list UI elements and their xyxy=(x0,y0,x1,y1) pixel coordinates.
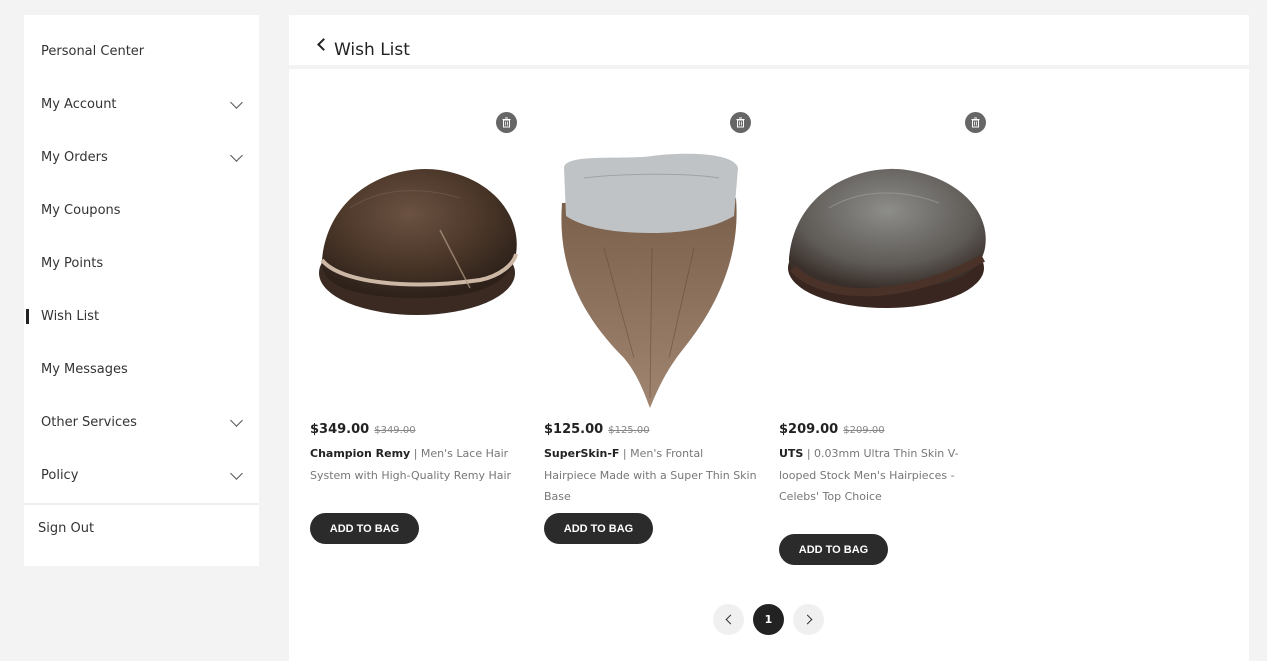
sidebar-item-label: My Orders xyxy=(41,150,108,165)
add-to-bag-button[interactable]: ADD TO BAG xyxy=(310,513,419,544)
next-page-button[interactable] xyxy=(793,604,824,635)
product-name: Champion Remy xyxy=(310,447,411,460)
price-row: $125.00 $125.00 xyxy=(544,418,650,437)
product-description[interactable]: SuperSkin-F | Men's Frontal Hairpiece Ma… xyxy=(544,443,758,508)
original-price: $349.00 xyxy=(374,425,416,436)
sidebar-item-label: My Points xyxy=(41,256,104,271)
hair-system-image xyxy=(788,168,986,308)
sign-out-link[interactable]: Sign Out xyxy=(38,521,94,536)
original-price: $125.00 xyxy=(608,425,650,436)
sidebar: Personal Center My Account My Orders My … xyxy=(24,15,259,566)
chevron-down-icon xyxy=(230,466,243,480)
chevron-down-icon xyxy=(230,148,243,162)
product-image[interactable] xyxy=(779,108,993,408)
sidebar-item-label: Policy xyxy=(41,468,79,483)
back-arrow-icon[interactable] xyxy=(317,38,330,51)
sidebar-item-my-points[interactable]: My Points xyxy=(24,237,259,290)
product-description[interactable]: UTS | 0.03mm Ultra Thin Skin V-looped St… xyxy=(779,443,993,508)
sidebar-item-other-services[interactable]: Other Services xyxy=(24,396,259,449)
add-to-bag-button[interactable]: ADD TO BAG xyxy=(779,534,888,565)
sidebar-item-label: Other Services xyxy=(41,415,137,430)
price-row: $209.00 $209.00 xyxy=(779,418,885,437)
product-image[interactable] xyxy=(310,108,524,408)
page-number-button[interactable]: 1 xyxy=(753,604,784,635)
sidebar-item-label: My Account xyxy=(41,97,117,112)
product-name: UTS xyxy=(779,447,804,460)
remove-from-wishlist-icon[interactable] xyxy=(965,112,986,133)
product-name: SuperSkin-F xyxy=(544,447,620,460)
price-row: $349.00 $349.00 xyxy=(310,418,416,437)
product-description[interactable]: Champion Remy | Men's Lace Hair System w… xyxy=(310,443,524,486)
chevron-down-icon xyxy=(230,95,243,109)
page-header: Wish List xyxy=(289,15,1249,69)
remove-from-wishlist-icon[interactable] xyxy=(730,112,751,133)
chevron-right-icon xyxy=(802,614,812,625)
original-price: $209.00 xyxy=(843,425,885,436)
chevron-down-icon xyxy=(230,413,243,427)
sidebar-item-policy[interactable]: Policy xyxy=(24,449,259,502)
current-price: $349.00 xyxy=(310,422,370,437)
sidebar-item-my-messages[interactable]: My Messages xyxy=(24,343,259,396)
sidebar-item-wish-list[interactable]: Wish List xyxy=(24,290,259,343)
sidebar-item-label: My Messages xyxy=(41,362,128,377)
sidebar-item-my-account[interactable]: My Account xyxy=(24,78,259,131)
previous-page-button[interactable] xyxy=(713,604,744,635)
sidebar-item-label: My Coupons xyxy=(41,203,121,218)
add-to-bag-button[interactable]: ADD TO BAG xyxy=(544,513,653,544)
remove-from-wishlist-icon[interactable] xyxy=(496,112,517,133)
sidebar-divider xyxy=(24,503,259,505)
sidebar-item-my-orders[interactable]: My Orders xyxy=(24,131,259,184)
product-image[interactable] xyxy=(544,108,758,408)
main-panel: Wish List $349.00 $349.00 Champion Remy … xyxy=(289,15,1249,661)
chevron-left-icon xyxy=(725,614,735,625)
hair-system-image xyxy=(319,168,518,315)
current-price: $125.00 xyxy=(544,422,604,437)
product-subtitle: | 0.03mm Ultra Thin Skin V-looped Stock … xyxy=(779,447,959,503)
sidebar-item-label: Wish List xyxy=(41,309,100,324)
current-price: $209.00 xyxy=(779,422,839,437)
frontal-hairpiece-image xyxy=(561,153,738,408)
sidebar-item-personal-center[interactable]: Personal Center xyxy=(24,25,259,78)
sidebar-item-label: Personal Center xyxy=(41,44,145,59)
page-title: Wish List xyxy=(334,40,410,60)
sidebar-item-my-coupons[interactable]: My Coupons xyxy=(24,184,259,237)
